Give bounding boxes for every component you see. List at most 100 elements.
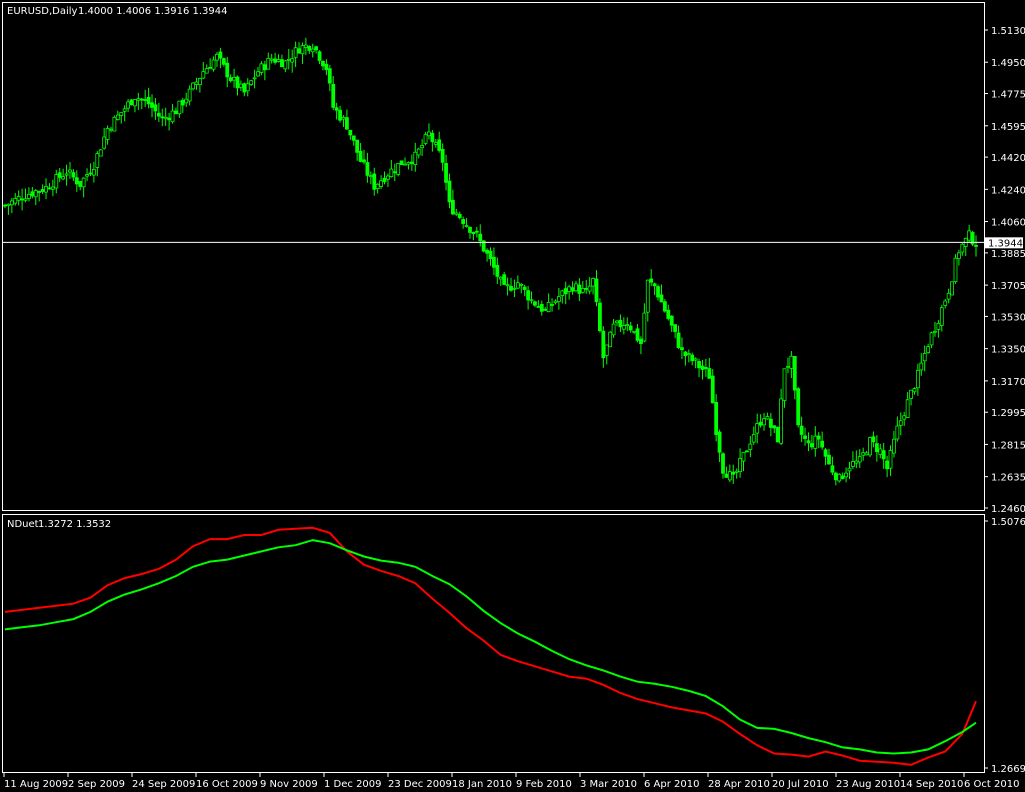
bull-candle [512,287,517,290]
bull-candle [611,323,616,336]
bull-candle [133,99,137,107]
bull-candle [290,58,295,63]
bull-candle [368,175,373,177]
bear-candle [430,132,435,143]
bear-candle [3,204,7,207]
bull-candle [953,257,958,283]
time-tick-label: 2 Sep 2009 [68,779,125,790]
bull-candle [608,331,613,348]
price-tick-label: 1.3530 [991,312,1025,323]
price-tick-label: 1.4240 [991,185,1025,196]
bear-candle [150,102,154,108]
bear-candle [57,172,62,178]
bull-candle [119,112,124,116]
bear-candle [331,84,336,108]
bull-candle [837,473,842,482]
bull-candle [919,362,924,371]
bear-candle [492,256,496,268]
main-price-axis: 1.5130 1.4950 1.4775 1.4595 1.4420 1.4240 1.40… [985,26,1025,515]
bear-candle [447,180,452,203]
bear-candle [710,375,715,404]
bull-candle [604,344,609,356]
bull-candle [433,142,438,145]
bear-candle [714,401,719,435]
bear-candle [570,287,575,292]
bull-candle [427,131,431,137]
bull-candle [922,353,927,362]
bull-candle [23,198,28,201]
bull-candle [256,71,260,77]
bear-candle [509,285,513,291]
bull-candle [420,145,425,149]
bull-candle [560,290,565,297]
bull-candle [286,58,291,61]
bull-candle [786,365,790,368]
price-tick-label: 1.2815 [991,440,1025,451]
bear-candle [457,213,462,219]
bear-candle [885,460,890,470]
bull-candle [54,174,59,189]
bull-candle [81,177,86,188]
price-tick-label: 1.2995 [991,408,1025,419]
current-price-label: 1.3944 [988,238,1023,249]
bear-candle [37,191,42,193]
bull-candle [375,183,380,189]
bull-candle [85,174,89,177]
bull-candle [109,128,113,131]
bull-candle [868,437,872,456]
bull-candle [943,300,948,306]
bull-candle [215,53,219,61]
bear-candle [700,365,705,370]
bear-candle [662,301,667,312]
bear-candle [317,51,322,61]
bull-candle [864,452,869,456]
bull-candle [269,58,274,61]
bull-candle [249,80,254,85]
bear-candle [539,304,544,312]
ohlc-values-label: 1.4000 1.4006 1.3916 1.3944 [78,6,228,17]
bear-candle [392,171,397,174]
bear-candle [522,286,527,290]
bull-candle [813,435,818,449]
price-tick-label: 1.4950 [991,58,1025,69]
bull-candle [389,168,394,177]
bull-candle [895,425,900,440]
bull-candle [762,418,766,426]
time-tick-label: 9 Feb 2010 [516,779,572,790]
bear-candle [468,226,472,233]
symbol-timeframe-label: EURUSD,Daily [7,6,78,17]
bull-candle [734,470,739,473]
bear-candle [550,304,554,306]
indicator-tick-label: 1.2669 [991,764,1025,775]
bull-candle [912,388,917,393]
bear-candle [796,388,801,426]
bull-candle [95,153,100,168]
bear-candle [273,58,278,63]
chart-root: EURUSD,Daily 1.4000 1.4006 1.3916 1.3944… [2,2,1025,790]
bull-candle [515,282,520,289]
bull-candle [519,284,524,286]
bear-candle [307,46,312,51]
bull-candle [283,60,288,70]
bear-candle [745,450,749,453]
indicator-lines [4,526,977,766]
time-tick-label: 9 Nov 2009 [260,779,318,790]
bear-candle [799,425,804,435]
bear-candle [601,330,606,359]
bear-candle [365,162,370,176]
bull-candle [529,299,534,302]
bull-candle [303,44,308,48]
bull-candle [239,83,243,88]
bull-candle [170,110,175,123]
bear-candle [225,62,230,78]
bear-candle [129,99,134,106]
bull-candle [232,77,236,81]
bear-candle [502,274,507,285]
bear-candle [830,465,835,473]
bear-candle [635,328,640,341]
bull-candle [878,448,883,455]
time-axis: 11 Aug 2009 2 Sep 2009 24 Sep 2009 16 Oct 2… [3,773,1019,790]
candlestick-series[interactable] [3,37,978,486]
bear-candle [478,233,483,242]
bear-candle [543,308,548,311]
